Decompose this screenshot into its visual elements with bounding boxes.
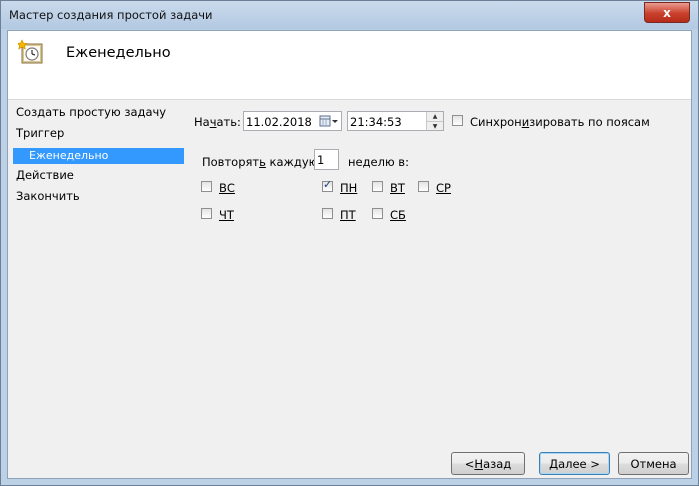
wizard-window: Мастер создания простой задачи x Еженеде… [0,0,699,486]
back-button[interactable]: < Назад [451,452,525,475]
spin-up-icon[interactable]: ▲ [427,112,443,122]
page-title: Еженедельно [66,45,171,61]
day-sun-label: ВС [219,181,235,195]
nav-step-create-task: Создать простую задачу [16,105,167,119]
close-icon: x [663,5,671,20]
repeat-every-label: Повторять каждую [202,155,319,169]
wizard-header: Еженедельно [8,31,691,100]
back-button-suffix: азад [483,456,512,471]
day-mon-label: ПН [340,181,358,195]
day-wed-checkbox[interactable] [418,181,429,192]
start-time-value: 21:34:53 [350,115,402,129]
time-spinner[interactable]: ▲ ▼ [426,112,443,130]
day-sun-checkbox[interactable] [201,181,212,192]
close-button[interactable]: x [644,2,690,23]
task-scheduler-clock-icon [16,39,44,65]
day-wed-label: СР [436,181,451,195]
day-sat-label: СБ [390,208,406,222]
day-tue-label: ВТ [390,181,405,195]
cancel-button-label: Отмена [630,456,677,471]
spin-down-icon[interactable]: ▼ [427,122,443,131]
repeat-weeks-value: 1 [317,153,325,167]
back-button-prefix: < [464,456,475,471]
nav-step-finish: Закончить [16,189,80,203]
repeat-weeks-suffix: неделю в: [348,155,409,169]
title-bar[interactable]: Мастер создания простой задачи x [1,1,698,29]
nav-step-weekly-label: Еженедельно [29,149,109,162]
day-tue-checkbox[interactable] [372,181,383,192]
calendar-icon [319,115,338,127]
start-date-picker[interactable]: 11.02.2018 [243,111,342,131]
repeat-weeks-input[interactable]: 1 [314,149,339,170]
day-thu-label: ЧТ [219,208,234,222]
next-button-accel: Д [549,456,559,471]
start-date-value: 11.02.2018 [246,115,312,129]
next-button-suffix: алее > [558,456,600,471]
nav-step-trigger: Триггер [16,126,65,140]
wizard-client-area: Еженедельно Создать простую задачу Тригг… [7,30,692,479]
nav-step-action: Действие [16,168,74,182]
day-mon-checkbox[interactable] [322,178,333,192]
day-fri-label: ПТ [340,208,356,222]
day-thu-checkbox[interactable] [201,208,212,219]
back-button-accel: Н [474,456,484,471]
sync-timezones-label: Синхронизировать по поясам [470,115,650,129]
window-title: Мастер создания простой задачи [9,8,213,22]
start-label: Начать: [194,115,241,129]
sync-timezones-checkbox[interactable] [452,115,463,126]
day-sat-checkbox[interactable] [372,208,383,219]
cancel-button[interactable]: Отмена [618,452,689,475]
start-time-field[interactable]: 21:34:53 ▲ ▼ [347,111,444,131]
day-fri-checkbox[interactable] [322,208,333,219]
calendar-dropdown-button[interactable] [317,112,341,130]
next-button[interactable]: Далее > [539,452,610,475]
nav-step-weekly: Еженедельно [13,148,184,164]
